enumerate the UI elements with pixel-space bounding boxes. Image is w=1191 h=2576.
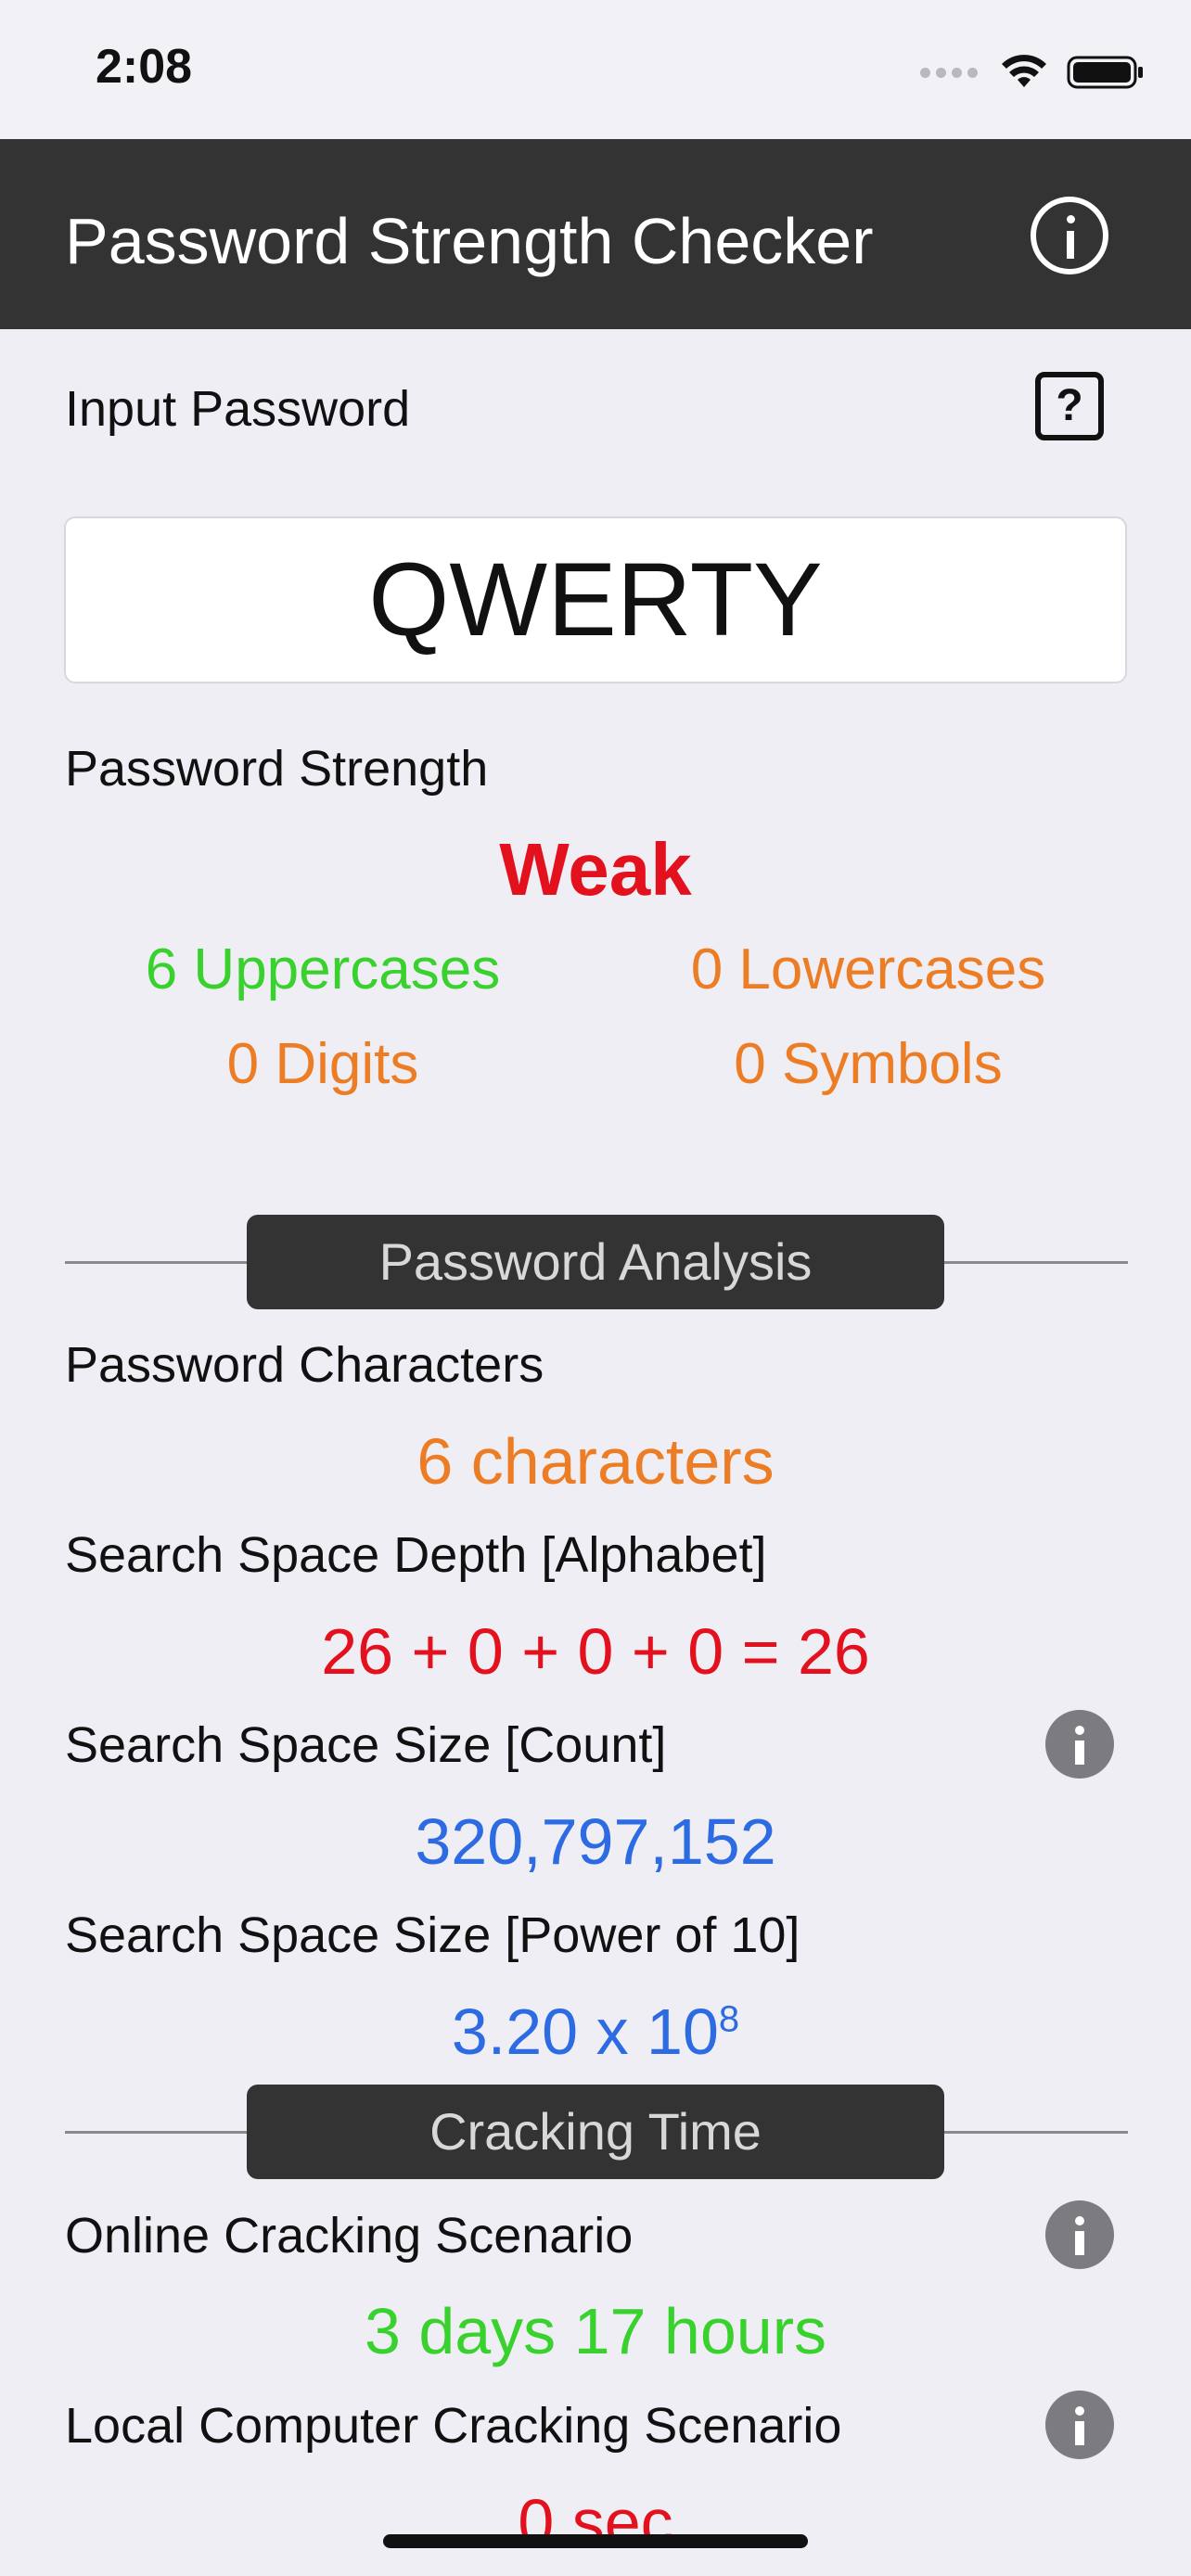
app-header: Password Strength Checker xyxy=(0,139,1191,329)
search-space-power-value: 3.20 x 108 xyxy=(0,1995,1191,2069)
online-cracking-value: 3 days 17 hours xyxy=(364,2295,827,2367)
digit-count: 0 Digits xyxy=(226,1032,419,1096)
local-cracking-label: Local Computer Cracking Scenario xyxy=(65,2398,842,2454)
home-indicator xyxy=(383,2534,808,2548)
search-space-depth-label: Search Space Depth [Alphabet] xyxy=(65,1527,767,1583)
section-header-analysis: Password Analysis xyxy=(247,1215,944,1309)
password-input[interactable]: QWERTY xyxy=(64,516,1127,683)
power-mantissa: 3.20 x 10 xyxy=(451,1996,719,2068)
count-info-icon[interactable] xyxy=(1045,1710,1114,1779)
password-strength-label: Password Strength xyxy=(65,741,489,797)
search-space-depth-value: 26 + 0 + 0 + 0 = 26 xyxy=(321,1615,870,1688)
lowercase-count: 0 Lowercases xyxy=(690,937,1046,1001)
status-time: 2:08 xyxy=(96,40,193,94)
search-space-count-value: 320,797,152 xyxy=(415,1805,776,1878)
password-characters-value: 6 characters xyxy=(416,1425,775,1498)
info-icon[interactable] xyxy=(1031,197,1108,274)
status-bar: 2:08 xyxy=(0,0,1191,139)
power-exponent: 8 xyxy=(718,1998,740,2040)
wifi-icon xyxy=(1002,55,1046,87)
input-password-label: Input Password xyxy=(65,381,411,437)
uppercase-count: 6 Uppercases xyxy=(145,937,501,1001)
local-info-icon[interactable] xyxy=(1045,2391,1114,2459)
search-space-count-label: Search Space Size [Count] xyxy=(65,1717,667,1773)
cellular-signal-icon xyxy=(920,67,978,78)
help-button[interactable]: ? xyxy=(1035,372,1104,440)
search-space-power-label: Search Space Size [Power of 10] xyxy=(65,1907,800,1963)
status-icons xyxy=(920,45,1145,100)
local-cracking-value: 0 sec xyxy=(518,2486,673,2558)
symbol-count: 0 Symbols xyxy=(734,1032,1003,1096)
page-title: Password Strength Checker xyxy=(65,205,874,277)
online-info-icon[interactable] xyxy=(1045,2200,1114,2269)
password-characters-label: Password Characters xyxy=(65,1337,544,1393)
strength-rating: Weak xyxy=(499,828,692,911)
section-header-cracking: Cracking Time xyxy=(247,2085,944,2179)
online-cracking-label: Online Cracking Scenario xyxy=(65,2208,634,2264)
battery-icon xyxy=(1067,56,1143,89)
